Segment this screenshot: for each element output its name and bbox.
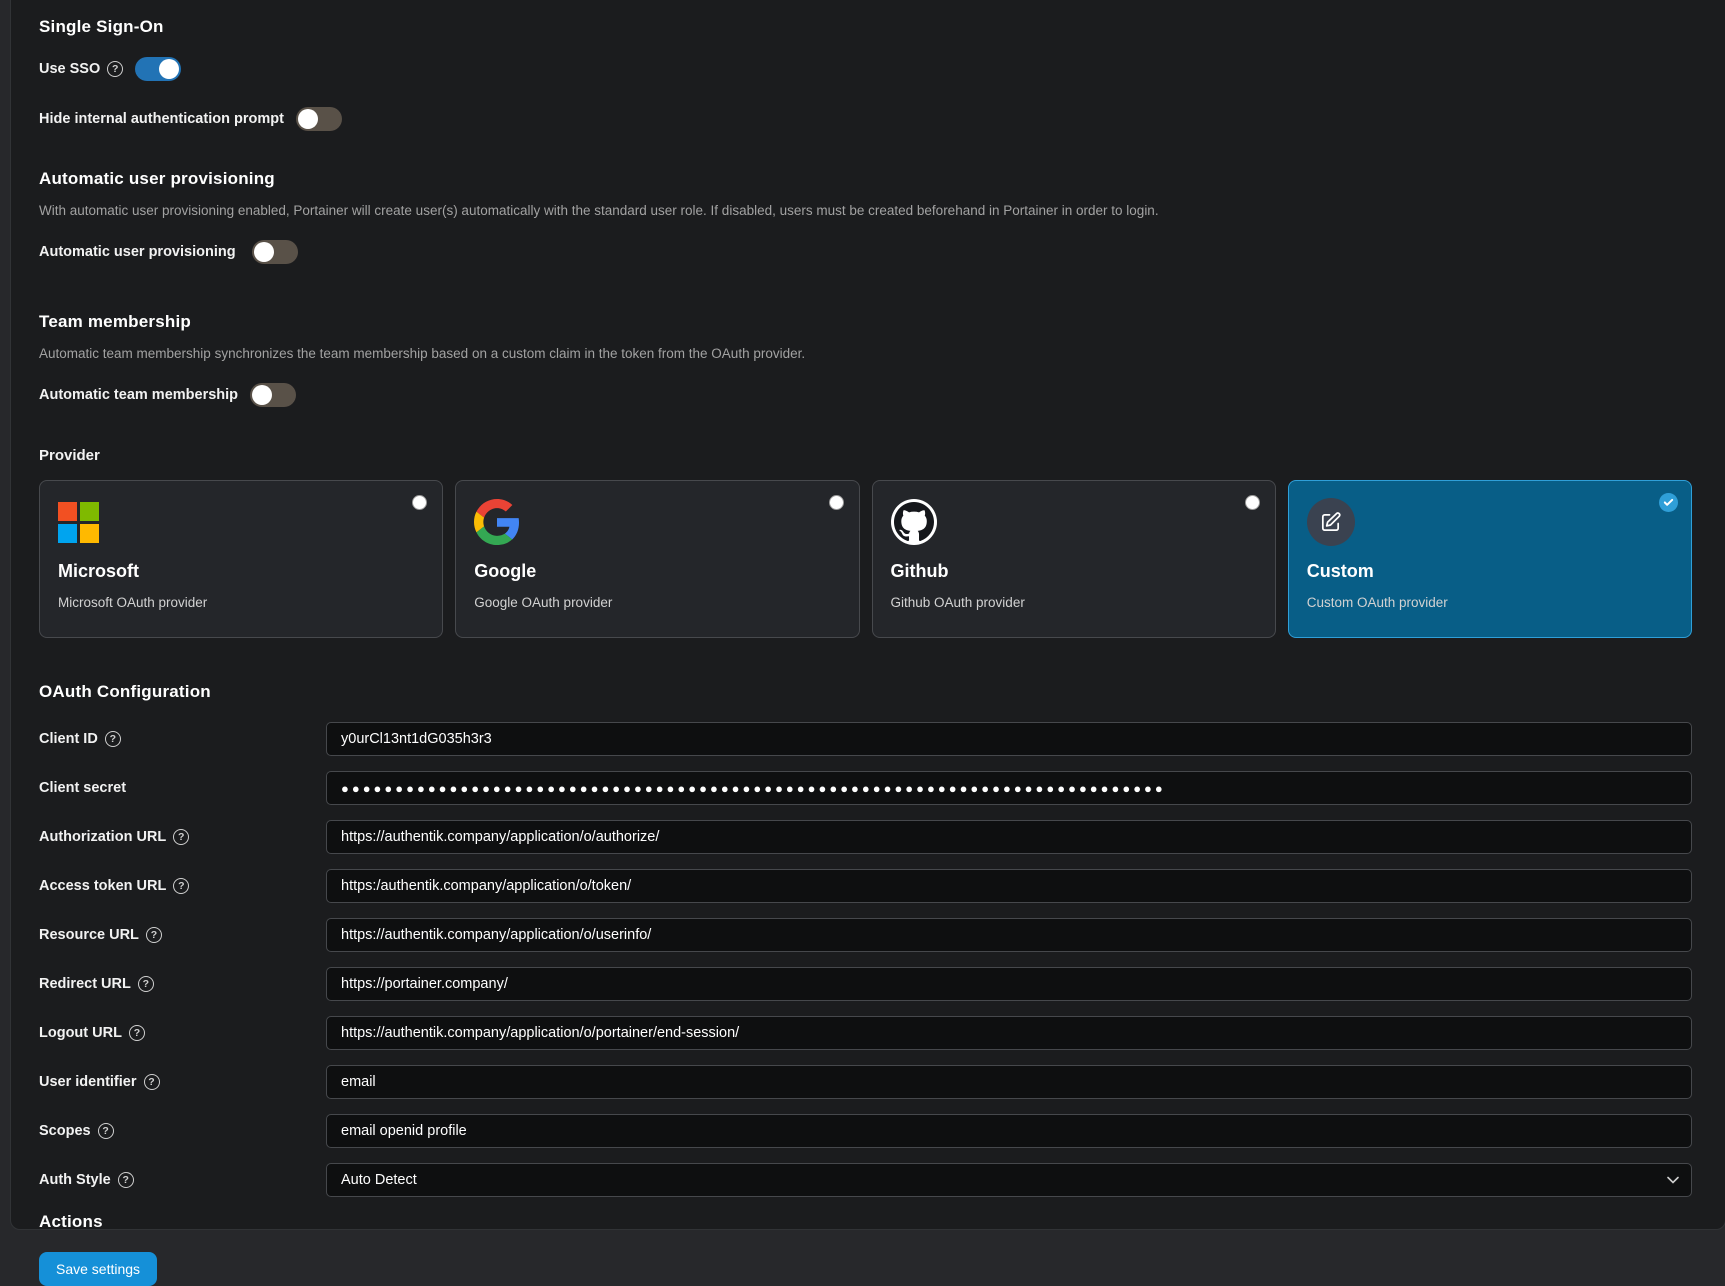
redirect-url-input[interactable] (326, 967, 1692, 1001)
access-token-url-label: Access token URL (39, 878, 166, 894)
scopes-input[interactable] (326, 1114, 1692, 1148)
provider-card-title: Github (891, 561, 1257, 582)
help-icon[interactable]: ? (118, 1172, 134, 1188)
provider-card-github[interactable]: Github Github OAuth provider (872, 480, 1276, 638)
provider-card-description: Microsoft OAuth provider (58, 595, 424, 610)
logout-url-label: Logout URL (39, 1025, 122, 1041)
google-logo-icon (474, 499, 520, 545)
user-identifier-input[interactable] (326, 1065, 1692, 1099)
microsoft-logo-icon (58, 502, 99, 543)
access-token-url-row: Access token URL ? (39, 869, 1692, 903)
save-settings-button[interactable]: Save settings (39, 1252, 157, 1286)
authorization-url-row: Authorization URL ? (39, 820, 1692, 854)
provisioning-row: Automatic user provisioning (39, 240, 1692, 264)
chevron-down-icon (1667, 1176, 1679, 1184)
help-icon[interactable]: ? (138, 976, 154, 992)
toggle-knob-icon (159, 59, 179, 79)
toggle-knob-icon (252, 385, 272, 405)
auth-style-select[interactable]: Auto Detect (326, 1163, 1692, 1197)
section-title-oauth-configuration: OAuth Configuration (39, 682, 1692, 702)
provider-cards: Microsoft Microsoft OAuth provider Googl… (39, 480, 1692, 638)
hide-prompt-toggle[interactable] (296, 107, 342, 131)
oauth-settings-panel: Single Sign-On Use SSO ? Hide internal a… (10, 0, 1725, 1230)
radio-unchecked-icon[interactable] (829, 495, 844, 510)
toggle-knob-icon (254, 242, 274, 262)
provider-card-title: Custom (1307, 561, 1673, 582)
redirect-url-row: Redirect URL ? (39, 967, 1692, 1001)
team-toggle[interactable] (250, 383, 296, 407)
section-title-sso: Single Sign-On (39, 17, 1692, 37)
radio-unchecked-icon[interactable] (412, 495, 427, 510)
provisioning-label: Automatic user provisioning (39, 244, 236, 260)
client-secret-label: Client secret (39, 780, 126, 796)
provisioning-description: With automatic user provisioning enabled… (39, 203, 1692, 218)
section-title-actions: Actions (39, 1212, 1692, 1232)
logout-url-input[interactable] (326, 1016, 1692, 1050)
provider-card-microsoft[interactable]: Microsoft Microsoft OAuth provider (39, 480, 443, 638)
scopes-row: Scopes ? (39, 1114, 1692, 1148)
user-identifier-row: User identifier ? (39, 1065, 1692, 1099)
section-title-provisioning: Automatic user provisioning (39, 169, 1692, 189)
section-title-team: Team membership (39, 312, 1692, 332)
help-icon[interactable]: ? (98, 1123, 114, 1139)
client-secret-input[interactable] (326, 771, 1692, 805)
auth-style-selected-value: Auto Detect (341, 1172, 417, 1188)
toggle-knob-icon (298, 109, 318, 129)
access-token-url-input[interactable] (326, 869, 1692, 903)
client-id-input[interactable] (326, 722, 1692, 756)
check-icon (1659, 493, 1678, 512)
provider-card-description: Custom OAuth provider (1307, 595, 1673, 610)
help-icon[interactable]: ? (105, 731, 121, 747)
logout-url-row: Logout URL ? (39, 1016, 1692, 1050)
team-description: Automatic team membership synchronizes t… (39, 346, 1692, 361)
resource-url-input[interactable] (326, 918, 1692, 952)
use-sso-row: Use SSO ? (39, 57, 1692, 81)
provider-card-custom[interactable]: Custom Custom OAuth provider (1288, 480, 1692, 638)
use-sso-toggle[interactable] (135, 57, 181, 81)
resource-url-label: Resource URL (39, 927, 139, 943)
help-icon[interactable]: ? (107, 61, 123, 77)
provider-card-google[interactable]: Google Google OAuth provider (455, 480, 859, 638)
radio-unchecked-icon[interactable] (1245, 495, 1260, 510)
provider-card-title: Microsoft (58, 561, 424, 582)
client-id-row: Client ID ? (39, 722, 1692, 756)
client-id-label: Client ID (39, 731, 98, 747)
client-secret-row: Client secret (39, 771, 1692, 805)
help-icon[interactable]: ? (144, 1074, 160, 1090)
team-label: Automatic team membership (39, 387, 238, 403)
hide-prompt-row: Hide internal authentication prompt (39, 107, 1692, 131)
authorization-url-label: Authorization URL (39, 829, 166, 845)
help-icon[interactable]: ? (173, 878, 189, 894)
hide-prompt-label: Hide internal authentication prompt (39, 111, 284, 127)
auth-style-row: Auth Style ? Auto Detect (39, 1163, 1692, 1197)
auth-style-label: Auth Style (39, 1172, 111, 1188)
team-row: Automatic team membership (39, 383, 1692, 407)
edit-icon (1307, 498, 1355, 546)
github-logo-icon (891, 499, 937, 545)
provisioning-toggle[interactable] (252, 240, 298, 264)
help-icon[interactable]: ? (173, 829, 189, 845)
provider-card-title: Google (474, 561, 840, 582)
provider-card-description: Github OAuth provider (891, 595, 1257, 610)
authorization-url-input[interactable] (326, 820, 1692, 854)
help-icon[interactable]: ? (146, 927, 162, 943)
use-sso-label: Use SSO (39, 61, 100, 77)
scopes-label: Scopes (39, 1123, 91, 1139)
redirect-url-label: Redirect URL (39, 976, 131, 992)
resource-url-row: Resource URL ? (39, 918, 1692, 952)
provider-card-description: Google OAuth provider (474, 595, 840, 610)
provider-label: Provider (39, 447, 1692, 464)
user-identifier-label: User identifier (39, 1074, 137, 1090)
help-icon[interactable]: ? (129, 1025, 145, 1041)
